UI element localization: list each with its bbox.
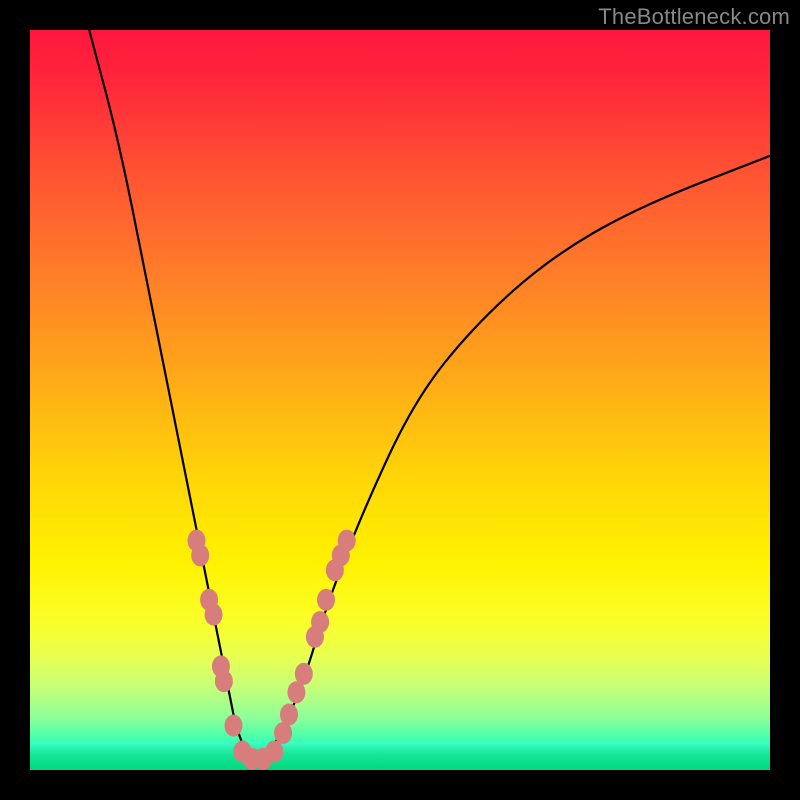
data-marker	[205, 604, 223, 626]
data-marker	[317, 589, 335, 611]
plot-area	[30, 30, 770, 770]
data-marker	[265, 741, 283, 763]
data-marker	[338, 530, 356, 552]
watermark-text: TheBottleneck.com	[598, 4, 790, 30]
bottleneck-chart	[30, 30, 770, 770]
data-marker	[191, 544, 209, 566]
data-marker	[280, 704, 298, 726]
data-marker	[225, 715, 243, 737]
bottleneck-curve	[89, 30, 770, 760]
data-marker	[311, 611, 329, 633]
data-marker	[295, 663, 313, 685]
data-marker	[215, 670, 233, 692]
marker-group	[188, 530, 356, 770]
